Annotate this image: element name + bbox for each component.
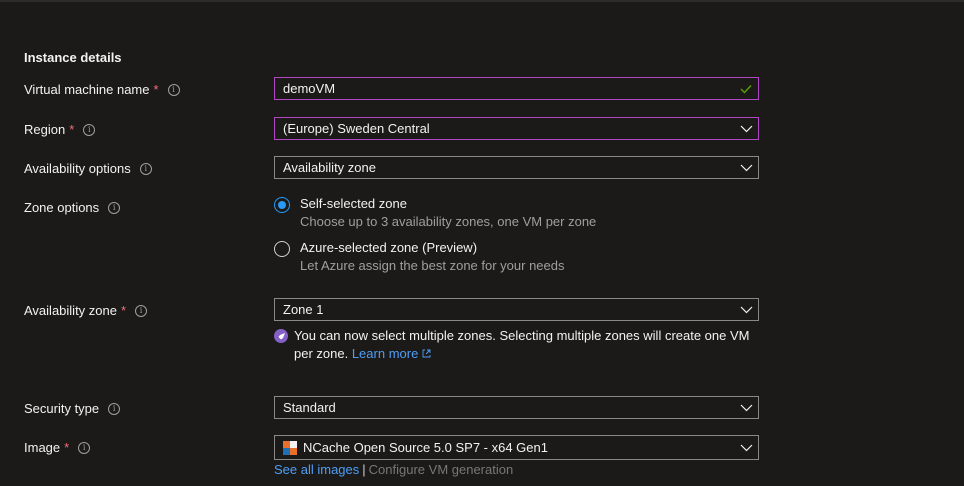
info-icon[interactable]: i — [135, 304, 148, 317]
configure-vm-generation-link: Configure VM generation — [368, 462, 514, 477]
self-selected-zone-option[interactable]: Self-selected zone Choose up to 3 availa… — [274, 196, 596, 229]
chevron-down-icon — [734, 156, 758, 179]
availability-options-label: Availability options i — [24, 161, 152, 176]
learn-more-link[interactable]: Learn more — [352, 346, 418, 361]
see-all-images-link[interactable]: See all images — [274, 462, 359, 477]
section-title: Instance details — [24, 50, 122, 65]
required-marker: * — [120, 303, 127, 318]
chevron-down-icon — [734, 298, 758, 321]
ncache-logo-icon — [283, 440, 297, 455]
multiple-zones-note: You can now select multiple zones. Selec… — [274, 327, 754, 363]
link-separator: | — [362, 462, 366, 477]
image-links: See all images | Configure VM generation — [274, 462, 513, 477]
info-icon[interactable]: i — [167, 83, 180, 96]
zone-options-label: Zone options i — [24, 200, 121, 215]
required-marker: * — [69, 122, 75, 137]
availability-options-dropdown[interactable]: Availability zone — [274, 156, 759, 179]
image-dropdown[interactable]: NCache Open Source 5.0 SP7 - x64 Gen1 — [274, 435, 759, 460]
chevron-down-icon — [734, 117, 758, 140]
info-icon[interactable]: i — [139, 162, 152, 175]
chevron-down-icon — [734, 396, 758, 419]
vm-name-input[interactable]: demoVM — [274, 77, 759, 100]
chevron-down-icon — [734, 436, 758, 459]
availability-zone-dropdown[interactable]: Zone 1 — [274, 298, 759, 321]
external-link-icon — [422, 346, 431, 361]
region-label: Region * i — [24, 122, 96, 137]
info-icon[interactable]: i — [108, 402, 121, 415]
vm-name-label: Virtual machine name * i — [24, 82, 180, 97]
security-type-dropdown[interactable]: Standard — [274, 396, 759, 419]
rocket-icon — [274, 329, 288, 343]
availability-zone-label: Availability zone * i — [24, 303, 148, 318]
radio-button[interactable] — [274, 241, 290, 257]
required-marker: * — [64, 440, 70, 455]
image-label: Image * i — [24, 440, 91, 455]
radio-button-selected[interactable] — [274, 197, 290, 213]
azure-selected-zone-option[interactable]: Azure-selected zone (Preview) Let Azure … — [274, 240, 565, 273]
info-icon[interactable]: i — [78, 441, 91, 454]
info-icon[interactable]: i — [108, 201, 121, 214]
required-marker: * — [153, 82, 159, 97]
security-type-label: Security type i — [24, 401, 121, 416]
region-dropdown[interactable]: (Europe) Sweden Central — [274, 117, 759, 140]
info-icon[interactable]: i — [83, 123, 96, 136]
top-border — [0, 0, 964, 2]
check-icon — [734, 77, 758, 100]
